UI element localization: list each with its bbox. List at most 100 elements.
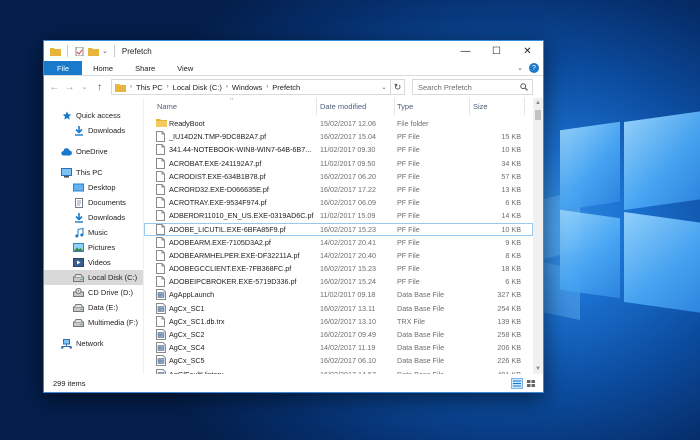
file-name: ReadyBoot: [169, 119, 205, 128]
nav-item-cd-drive-d[interactable]: CD Drive (D:): [44, 285, 143, 300]
file-row[interactable]: ADOBEIPCBROKER.EXE-5719D336.pf 16/02/2017…: [144, 275, 533, 288]
file-row[interactable]: ADOBEARMHELPER.EXE-DF32211A.pf 14/02/2017…: [144, 249, 533, 262]
up-button[interactable]: ↑: [93, 79, 106, 95]
address-bar[interactable]: › This PC › Local Disk (C:) › Windows › …: [111, 79, 405, 95]
nav-item-onedrive[interactable]: OneDrive: [44, 144, 143, 159]
column-header-type[interactable]: Type: [397, 102, 413, 111]
column-header-size[interactable]: Size: [473, 102, 488, 111]
column-separator[interactable]: [469, 98, 470, 115]
address-controls: ⌄ ↻: [378, 80, 404, 94]
status-bar: 299 items: [44, 374, 543, 392]
tab-file[interactable]: File: [44, 61, 83, 75]
breadcrumb-local-disk[interactable]: Local Disk (C:): [173, 83, 222, 92]
address-dropdown-icon[interactable]: ⌄: [378, 84, 390, 91]
properties-icon[interactable]: [74, 46, 85, 56]
column-header-date[interactable]: Date modified: [320, 102, 366, 111]
breadcrumb-prefetch[interactable]: Prefetch: [272, 83, 300, 92]
nav-item-data-e[interactable]: Data (E:): [44, 300, 143, 315]
nav-item-label: CD Drive (D:): [88, 288, 133, 297]
breadcrumb-this-pc[interactable]: This PC: [136, 83, 163, 92]
breadcrumb-separator[interactable]: ›: [130, 84, 132, 90]
expand-ribbon-icon[interactable]: ⌄: [517, 64, 523, 72]
nav-item-this-pc[interactable]: This PC: [44, 165, 143, 180]
forward-button[interactable]: →: [63, 79, 76, 95]
nav-item-network[interactable]: Network: [44, 336, 143, 351]
file-row[interactable]: ADOBEGCCLIENT.EXE-7FB368FC.pf 16/02/2017 …: [144, 262, 533, 275]
nav-item-multimedia-f[interactable]: Multimedia (F:): [44, 315, 143, 330]
file-row[interactable]: ADBERDR11010_EN_US.EXE-0319AD6C.pf 11/02/…: [144, 209, 533, 222]
file-explorer-window: ⌄ Prefetch — ☐ ✕ File Home Share View ⌄ …: [43, 40, 544, 393]
details-view-button[interactable]: [511, 377, 523, 389]
maximize-button[interactable]: ☐: [481, 41, 512, 61]
search-input[interactable]: [418, 82, 514, 92]
nav-item-local-disk-c[interactable]: Local Disk (C:): [44, 270, 143, 285]
file-row[interactable]: ACRODIST.EXE-634B1B78.pf 16/02/2017 06.20…: [144, 170, 533, 183]
minimize-button[interactable]: —: [450, 41, 481, 61]
help-icon[interactable]: ?: [529, 63, 539, 73]
search-icon[interactable]: [520, 83, 528, 91]
column-header-name[interactable]: Name: [157, 102, 177, 111]
recent-locations-button[interactable]: ⌄: [78, 79, 91, 95]
vertical-scrollbar[interactable]: ▲ ▼: [533, 98, 543, 374]
column-separator[interactable]: [524, 98, 525, 115]
file-date: 16/02/2017 06.09: [320, 198, 376, 208]
file-type: PF File: [397, 198, 420, 208]
file-type: Data Base File: [397, 356, 445, 366]
nav-item-label: Downloads: [88, 213, 126, 222]
file-name: _IU14D2N.TMP-9DC8B2A7.pf: [169, 132, 267, 142]
scrollbar-thumb[interactable]: [535, 110, 541, 120]
file-row[interactable]: AgCx_SC4 14/02/2017 11.19 Data Base File 20…: [144, 341, 533, 354]
title-bar: ⌄ Prefetch — ☐ ✕: [44, 41, 543, 61]
file-row[interactable]: AgCx_SC1.db.trx 16/02/2017 13.10 TRX File 1…: [144, 315, 533, 328]
customize-toolbar-icon[interactable]: ⌄: [102, 47, 108, 55]
file-row[interactable]: ADOBE_LICUTIL.EXE-6BFA85F9.pf 16/02/2017 …: [144, 222, 533, 237]
file-row[interactable]: AgCx_SC5 16/02/2017 06.10 Data Base File 22…: [144, 354, 533, 367]
file-icon: [156, 249, 165, 263]
nav-item-downloads[interactable]: Downloads: [44, 123, 143, 138]
file-row[interactable]: 341.44-NOTEBOOK-WIN8-WIN7-64B-6B7... 11/0…: [144, 143, 533, 156]
file-icon: [156, 236, 165, 250]
new-folder-icon[interactable]: [88, 47, 99, 56]
file-type: PF File: [397, 264, 420, 274]
column-headers: ^ Name Date modified Type Size: [144, 98, 543, 115]
nav-item-desktop[interactable]: Desktop: [44, 180, 143, 195]
nav-item-quick-access[interactable]: Quick access: [44, 108, 143, 123]
nav-item-videos[interactable]: Videos: [44, 255, 143, 270]
tab-home[interactable]: Home: [82, 61, 124, 75]
file-row[interactable]: _IU14D2N.TMP-9DC8B2A7.pf 16/02/2017 15.04…: [144, 130, 533, 143]
large-icons-view-button[interactable]: [525, 378, 537, 389]
file-icon: [156, 223, 165, 237]
scroll-down-icon[interactable]: ▼: [533, 364, 543, 374]
file-row[interactable]: ReadyBoot 15/02/2017 12.06 File folder: [144, 117, 533, 130]
file-type: PF File: [397, 250, 420, 260]
file-size: 9 KB: [505, 237, 521, 247]
close-button[interactable]: ✕: [512, 41, 543, 61]
file-row[interactable]: ADOBEARM.EXE-7105D3A2.pf 14/02/2017 20.41…: [144, 236, 533, 249]
file-row[interactable]: AgAppLaunch 11/02/2017 09.18 Data Base Fil…: [144, 288, 533, 301]
scroll-up-icon[interactable]: ▲: [533, 98, 543, 108]
tab-share[interactable]: Share: [124, 61, 166, 75]
column-separator[interactable]: [316, 98, 317, 115]
file-row[interactable]: ACROTRAY.EXE-9534F974.pf 16/02/2017 06.09…: [144, 196, 533, 209]
file-name: ACROTRAY.EXE-9534F974.pf: [169, 198, 267, 208]
file-type: PF File: [397, 224, 420, 234]
file-row[interactable]: AgCx_SC2 16/02/2017 09.49 Data Base File 25…: [144, 328, 533, 341]
breadcrumb-separator[interactable]: ›: [266, 84, 268, 90]
file-row[interactable]: ACROBAT.EXE-241192A7.pf 11/02/2017 09.50 P…: [144, 157, 533, 170]
file-name: AgCx_SC5: [169, 356, 205, 366]
breadcrumb-separator[interactable]: ›: [226, 84, 228, 90]
nav-item-downloads[interactable]: Downloads: [44, 210, 143, 225]
refresh-button[interactable]: ↻: [390, 80, 404, 94]
file-date: 11/02/2017 09.50: [320, 158, 376, 168]
column-separator[interactable]: [394, 98, 395, 115]
file-row[interactable]: ACRORD32.EXE-D066635E.pf 16/02/2017 17.22…: [144, 183, 533, 196]
back-button[interactable]: ←: [48, 79, 61, 95]
nav-item-pictures[interactable]: Pictures: [44, 240, 143, 255]
file-row[interactable]: AgCx_SC1 16/02/2017 13.11 Data Base File 25…: [144, 302, 533, 315]
breadcrumb-windows[interactable]: Windows: [232, 83, 262, 92]
breadcrumb-separator[interactable]: ›: [167, 84, 169, 90]
file-type: Data Base File: [397, 330, 445, 339]
nav-item-documents[interactable]: Documents: [44, 195, 143, 210]
nav-item-music[interactable]: Music: [44, 225, 143, 240]
tab-view[interactable]: View: [166, 61, 204, 75]
